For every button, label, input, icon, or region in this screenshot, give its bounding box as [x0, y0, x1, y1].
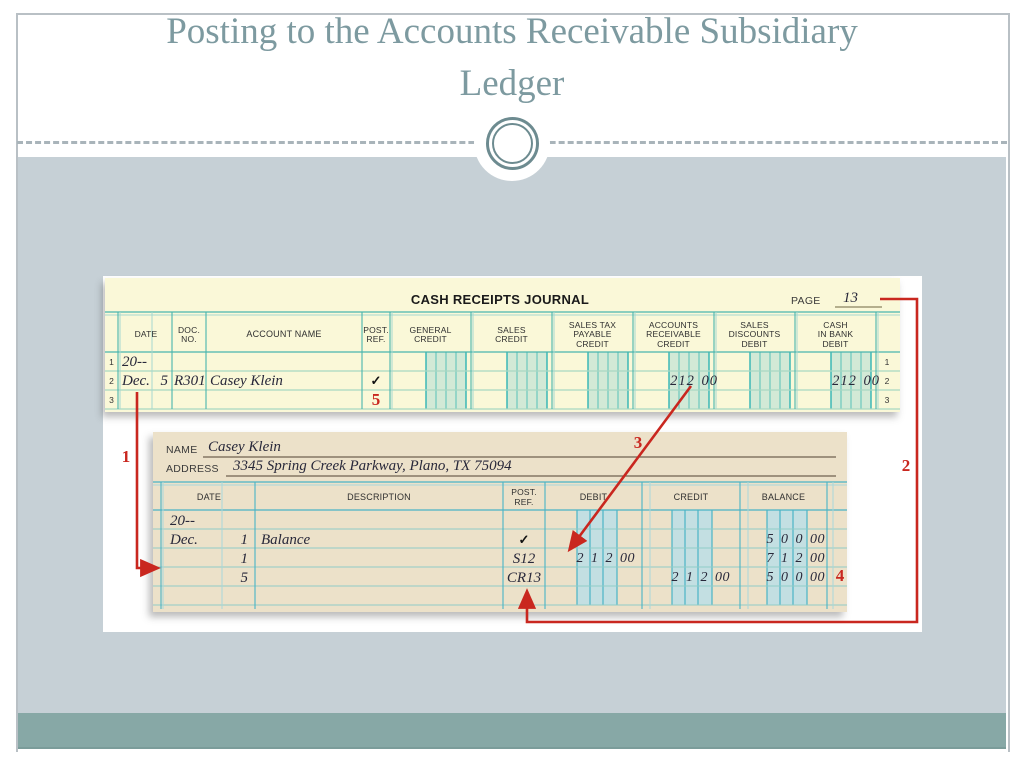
journal-col-account-name: ACCOUNT NAME [246, 329, 322, 340]
journal-title: CASH RECEIPTS JOURNAL [410, 292, 590, 307]
posting-step-3-label: 3 [633, 433, 643, 452]
journal-entry-cash-debit-amount: 212 00 [832, 373, 880, 389]
journal-row-number-left: 1 [109, 357, 114, 367]
ledger-address-label: ADDRESS [166, 463, 219, 475]
journal-col-general-credit: GENERAL CREDIT [409, 324, 452, 344]
journal-entry-post-ref-checkmark: ✓ [370, 373, 382, 388]
journal-col-sales-discounts-debit: SALES DISCOUNTS DEBIT [728, 319, 781, 349]
ledger-address-value: 3345 Spring Creek Parkway, Plano, TX 750… [233, 458, 512, 474]
journal-row-number-right: 1 [884, 357, 890, 367]
slide: Posting to the Accounts Receivable Subsi… [0, 0, 1024, 768]
ledger-col-debit: DEBIT [579, 491, 608, 502]
journal-entry-day: 5 [160, 373, 169, 389]
journal-year: 20-- [122, 354, 147, 370]
ledger-row-day: 5 [240, 570, 249, 586]
ledger-row-balance-amount: 7 1 2 00 [766, 551, 825, 566]
journal-col-date: DATE [134, 329, 158, 340]
page-title-line2: Ledger [459, 63, 565, 104]
ledger-col-date: DATE [196, 491, 222, 502]
ledger-row-post-ref: S12 [512, 551, 536, 567]
divider-circle-inner-ring [492, 123, 533, 164]
journal-col-doc-no: DOC. NO. [177, 324, 201, 344]
journal-entry-doc-no: R301 [174, 373, 206, 389]
page-title-line1: Posting to the Accounts Receivable Subsi… [166, 11, 858, 52]
ledger-row-balance-amount: 5 0 0 00 [766, 532, 825, 547]
ledger-row-credit-amount: 2 1 2 00 [671, 570, 730, 585]
journal-entry-month: Dec. [122, 373, 150, 389]
ledger-year: 20-- [170, 513, 195, 529]
ledger-name-value: Casey Klein [208, 439, 281, 455]
ledger-col-post-ref: POST. REF. [511, 487, 537, 507]
ledger-col-description: DESCRIPTION [347, 491, 411, 502]
ledger-name-label: NAME [166, 444, 198, 456]
journal-col-post-ref: POST. REF. [363, 324, 389, 344]
accounts-receivable-ledger-card: NAME Casey Klein ADDRESS 3345 Spring Cre… [153, 432, 847, 612]
ledger-col-balance: BALANCE [761, 491, 806, 502]
posting-step-5-label: 5 [371, 390, 381, 409]
ledger-row-balance-amount: 5 0 0 00 [766, 570, 825, 585]
journal-entry-account-name: Casey Klein [210, 373, 283, 389]
journal-row-number-right: 3 [884, 395, 890, 405]
posting-step-2-label: 2 [901, 456, 911, 475]
page-title: Posting to the Accounts Receivable Subsi… [0, 6, 1024, 110]
journal-entry-ar-credit-amount: 212 00 [670, 373, 718, 389]
journal-col-cash-in-bank-debit: CASH IN BANK DEBIT [817, 319, 854, 349]
journal-col-sales-credit: SALES CREDIT [495, 324, 528, 344]
journal-col-sales-tax-payable-credit: SALES TAX PAYABLE CREDIT [568, 319, 617, 349]
cash-receipts-journal: CASH RECEIPTS JOURNAL PAGE 13 DATE DOC. … [105, 278, 900, 412]
journal-page-label: PAGE [791, 295, 821, 307]
journal-row-number-left: 3 [109, 395, 114, 405]
journal-page-number: 13 [843, 290, 858, 306]
ledger-row-post-ref: CR13 [506, 570, 542, 586]
ledger-row-debit-amount: 2 1 2 00 [576, 551, 635, 566]
ledger-row-month: Dec. [170, 532, 198, 548]
journal-col-accounts-receivable-credit: ACCOUNTS RECEIVABLE CREDIT [646, 319, 701, 349]
ledger-row-day: 1 [240, 532, 249, 548]
ledger-row-post-ref-checkmark: ✓ [518, 532, 530, 547]
ledger-row-day: 1 [240, 551, 249, 567]
posting-step-1-label: 1 [121, 447, 131, 466]
journal-row-number-left: 2 [109, 376, 114, 386]
ledger-row-description: Balance [261, 532, 311, 548]
ledger-col-credit: CREDIT [673, 491, 709, 502]
posting-step-4-label: 4 [835, 566, 845, 585]
